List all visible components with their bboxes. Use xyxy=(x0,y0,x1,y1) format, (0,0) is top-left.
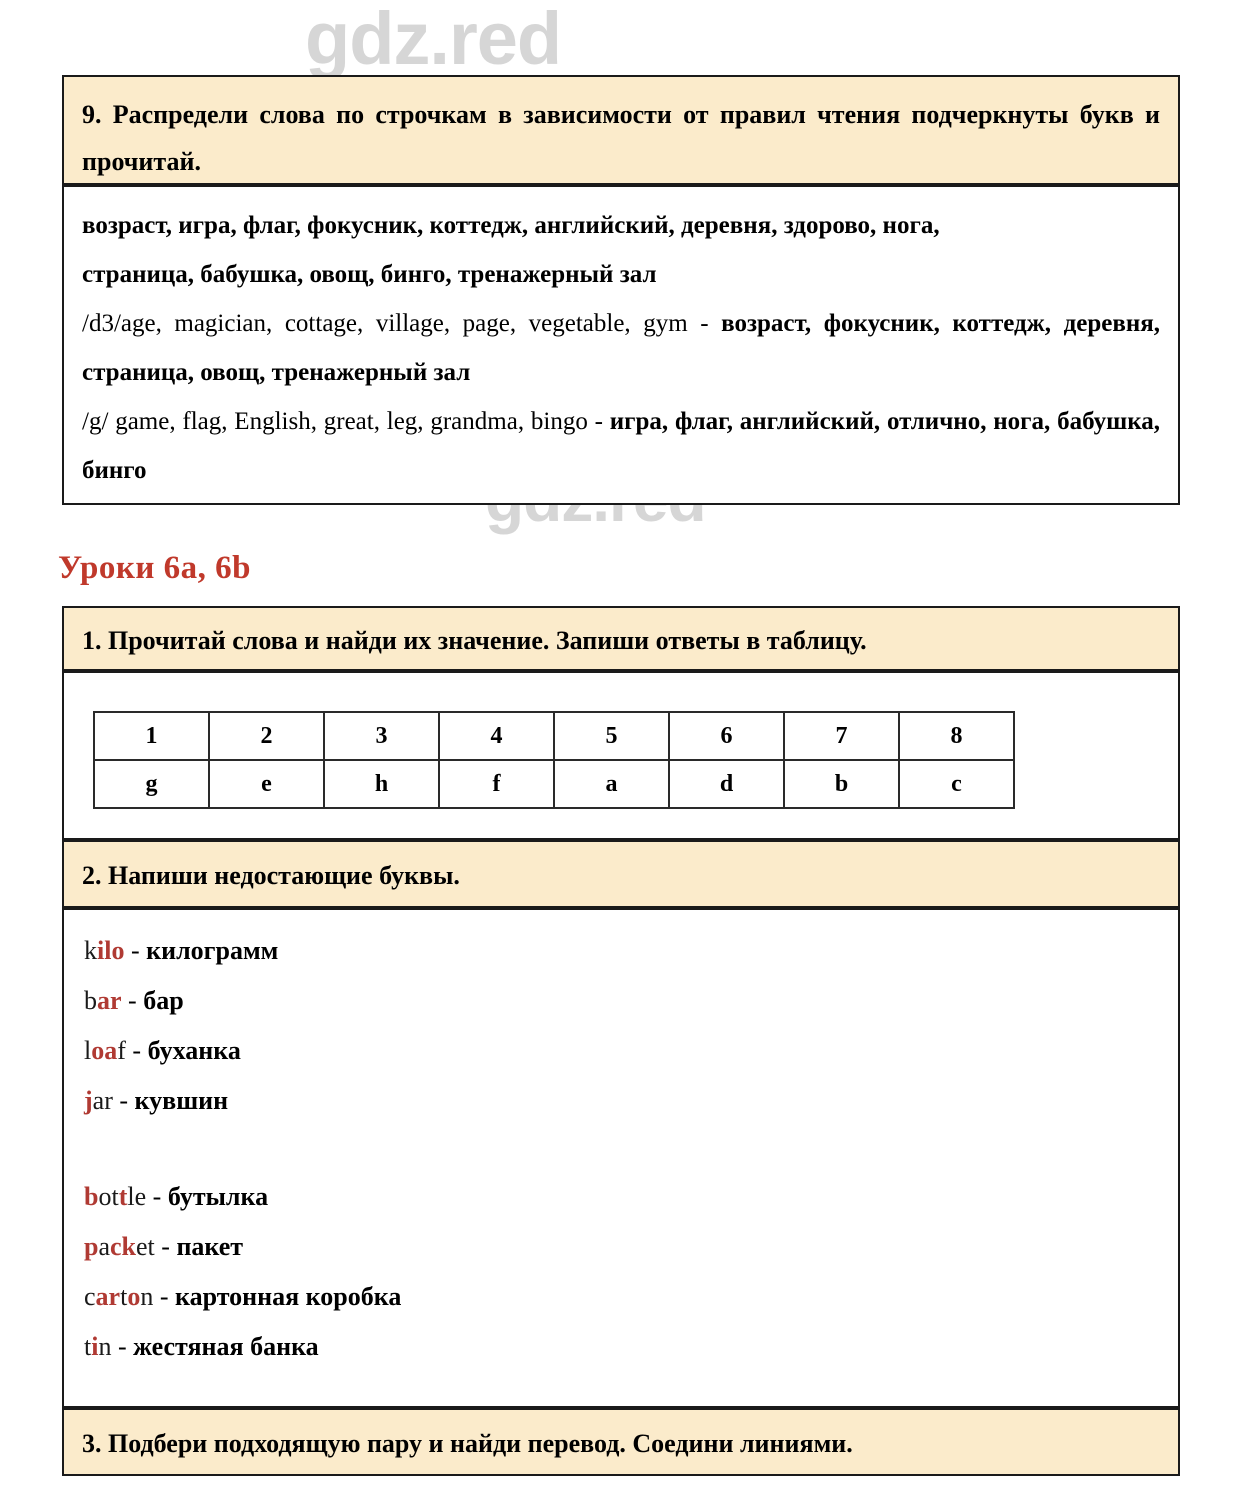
vocab-word-ru: буханка xyxy=(147,1036,241,1065)
vocab-word-ru: бар xyxy=(143,986,184,1015)
vocab-dash: - xyxy=(146,1182,168,1211)
vocab-dash: - xyxy=(125,1036,148,1065)
vocab-word-ru: жестяная банка xyxy=(133,1332,319,1361)
answer-table: 1 2 3 4 5 6 7 8 g e h f a d b c xyxy=(93,711,1015,809)
table-cell-letter[interactable]: f xyxy=(438,759,555,809)
table-row-letters: g e h f a d b c xyxy=(93,759,1015,809)
answer-g-english: /g/ game, flag, English, great, leg, gra… xyxy=(82,408,610,435)
vocab-word-ru: кувшин xyxy=(134,1086,229,1115)
vocab-group-separator xyxy=(84,1126,1160,1172)
answer-row-dzh: /d3/age, magician, cottage, village, pag… xyxy=(82,299,1160,397)
word-list-line-2: страница, бабушка, овощ, бинго, тренажер… xyxy=(82,261,657,288)
vocab-item: kilo - килограмм xyxy=(84,926,1160,976)
table-row-numbers: 1 2 3 4 5 6 7 8 xyxy=(93,711,1015,761)
vocab-word-ru: бутылка xyxy=(167,1182,269,1211)
vocab-word-en: bottle xyxy=(84,1182,147,1211)
table-cell-letter[interactable]: d xyxy=(668,759,785,809)
vocab-dash: - xyxy=(153,1282,175,1311)
vocab-word-en: loaf xyxy=(84,1036,126,1065)
exercise-9-prompt: 9. Распредели слова по строчкам в зависи… xyxy=(82,100,1160,176)
exercise-9-answer-box: возраст, игра, флаг, фокусник, коттедж, … xyxy=(62,185,1180,505)
table-cell-number: 1 xyxy=(93,711,210,761)
vocab-word-en: carton xyxy=(84,1282,154,1311)
vocab-item: jar - кувшин xyxy=(84,1076,1160,1126)
exercise-9-content: возраст, игра, флаг, фокусник, коттедж, … xyxy=(64,187,1178,507)
vocab-word-ru: килограмм xyxy=(146,936,279,965)
exercise-3-prompt: 3. Подбери подходящую пару и найди перев… xyxy=(82,1429,853,1458)
exercise-1-prompt: 1. Прочитай слова и найди их значение. З… xyxy=(82,626,867,655)
vocab-word-en: packet xyxy=(84,1232,155,1261)
exercise-2-answer-box: kilo - килограмм bar - бар loaf - буханк… xyxy=(62,908,1180,1408)
vocabulary-list: kilo - килограмм bar - бар loaf - буханк… xyxy=(64,910,1178,1380)
exercise-2-prompt-box: 2. Напиши недостающие буквы. xyxy=(62,840,1180,908)
vocab-dash: - xyxy=(154,1232,177,1261)
vocab-word-ru: картонная коробка xyxy=(175,1282,402,1311)
table-cell-letter[interactable]: e xyxy=(208,759,325,809)
exercise-2-prompt: 2. Напиши недостающие буквы. xyxy=(82,861,460,890)
vocab-item: bottle - бутылка xyxy=(84,1172,1160,1222)
vocab-dash: - xyxy=(124,936,147,965)
table-cell-letter[interactable]: c xyxy=(898,759,1015,809)
table-cell-number: 6 xyxy=(668,711,785,761)
table-cell-number: 7 xyxy=(783,711,900,761)
section-heading: Уроки 6a, 6b xyxy=(58,550,251,586)
vocab-item: bar - бар xyxy=(84,976,1160,1026)
table-cell-number: 2 xyxy=(208,711,325,761)
vocab-word-en: tin xyxy=(84,1332,112,1361)
word-list-line-1: возраст, игра, флаг, фокусник, коттедж, … xyxy=(82,212,940,239)
vocab-word-en: kilo xyxy=(84,936,125,965)
table-cell-number: 4 xyxy=(438,711,555,761)
table-cell-letter[interactable]: a xyxy=(553,759,670,809)
vocab-dash: - xyxy=(111,1332,134,1361)
watermark: gdz.red xyxy=(305,0,562,80)
exercise-3-prompt-box: 3. Подбери подходящую пару и найди перев… xyxy=(62,1408,1180,1476)
vocab-word-ru: пакет xyxy=(176,1232,244,1261)
exercise-1-prompt-box: 1. Прочитай слова и найди их значение. З… xyxy=(62,606,1180,671)
vocab-item: loaf - буханка xyxy=(84,1026,1160,1076)
table-cell-number: 8 xyxy=(898,711,1015,761)
answer-dzh-english: /d3/age, magician, cottage, village, pag… xyxy=(82,310,722,337)
vocab-item: carton - картонная коробка xyxy=(84,1272,1160,1322)
vocab-word-en: jar xyxy=(84,1086,113,1115)
table-cell-letter[interactable]: h xyxy=(323,759,440,809)
table-cell-letter[interactable]: b xyxy=(783,759,900,809)
vocab-item: tin - жестяная банка xyxy=(84,1322,1160,1372)
vocab-item: packet - пакет xyxy=(84,1222,1160,1272)
table-cell-letter[interactable]: g xyxy=(93,759,210,809)
vocab-dash: - xyxy=(112,1086,135,1115)
table-cell-number: 5 xyxy=(553,711,670,761)
vocab-dash: - xyxy=(121,986,144,1015)
vocab-word-en: bar xyxy=(84,986,122,1015)
table-cell-number: 3 xyxy=(323,711,440,761)
answer-row-g: /g/ game, flag, English, great, leg, gra… xyxy=(82,397,1160,495)
exercise-9-prompt-box: 9. Распредели слова по строчкам в зависи… xyxy=(62,75,1180,185)
